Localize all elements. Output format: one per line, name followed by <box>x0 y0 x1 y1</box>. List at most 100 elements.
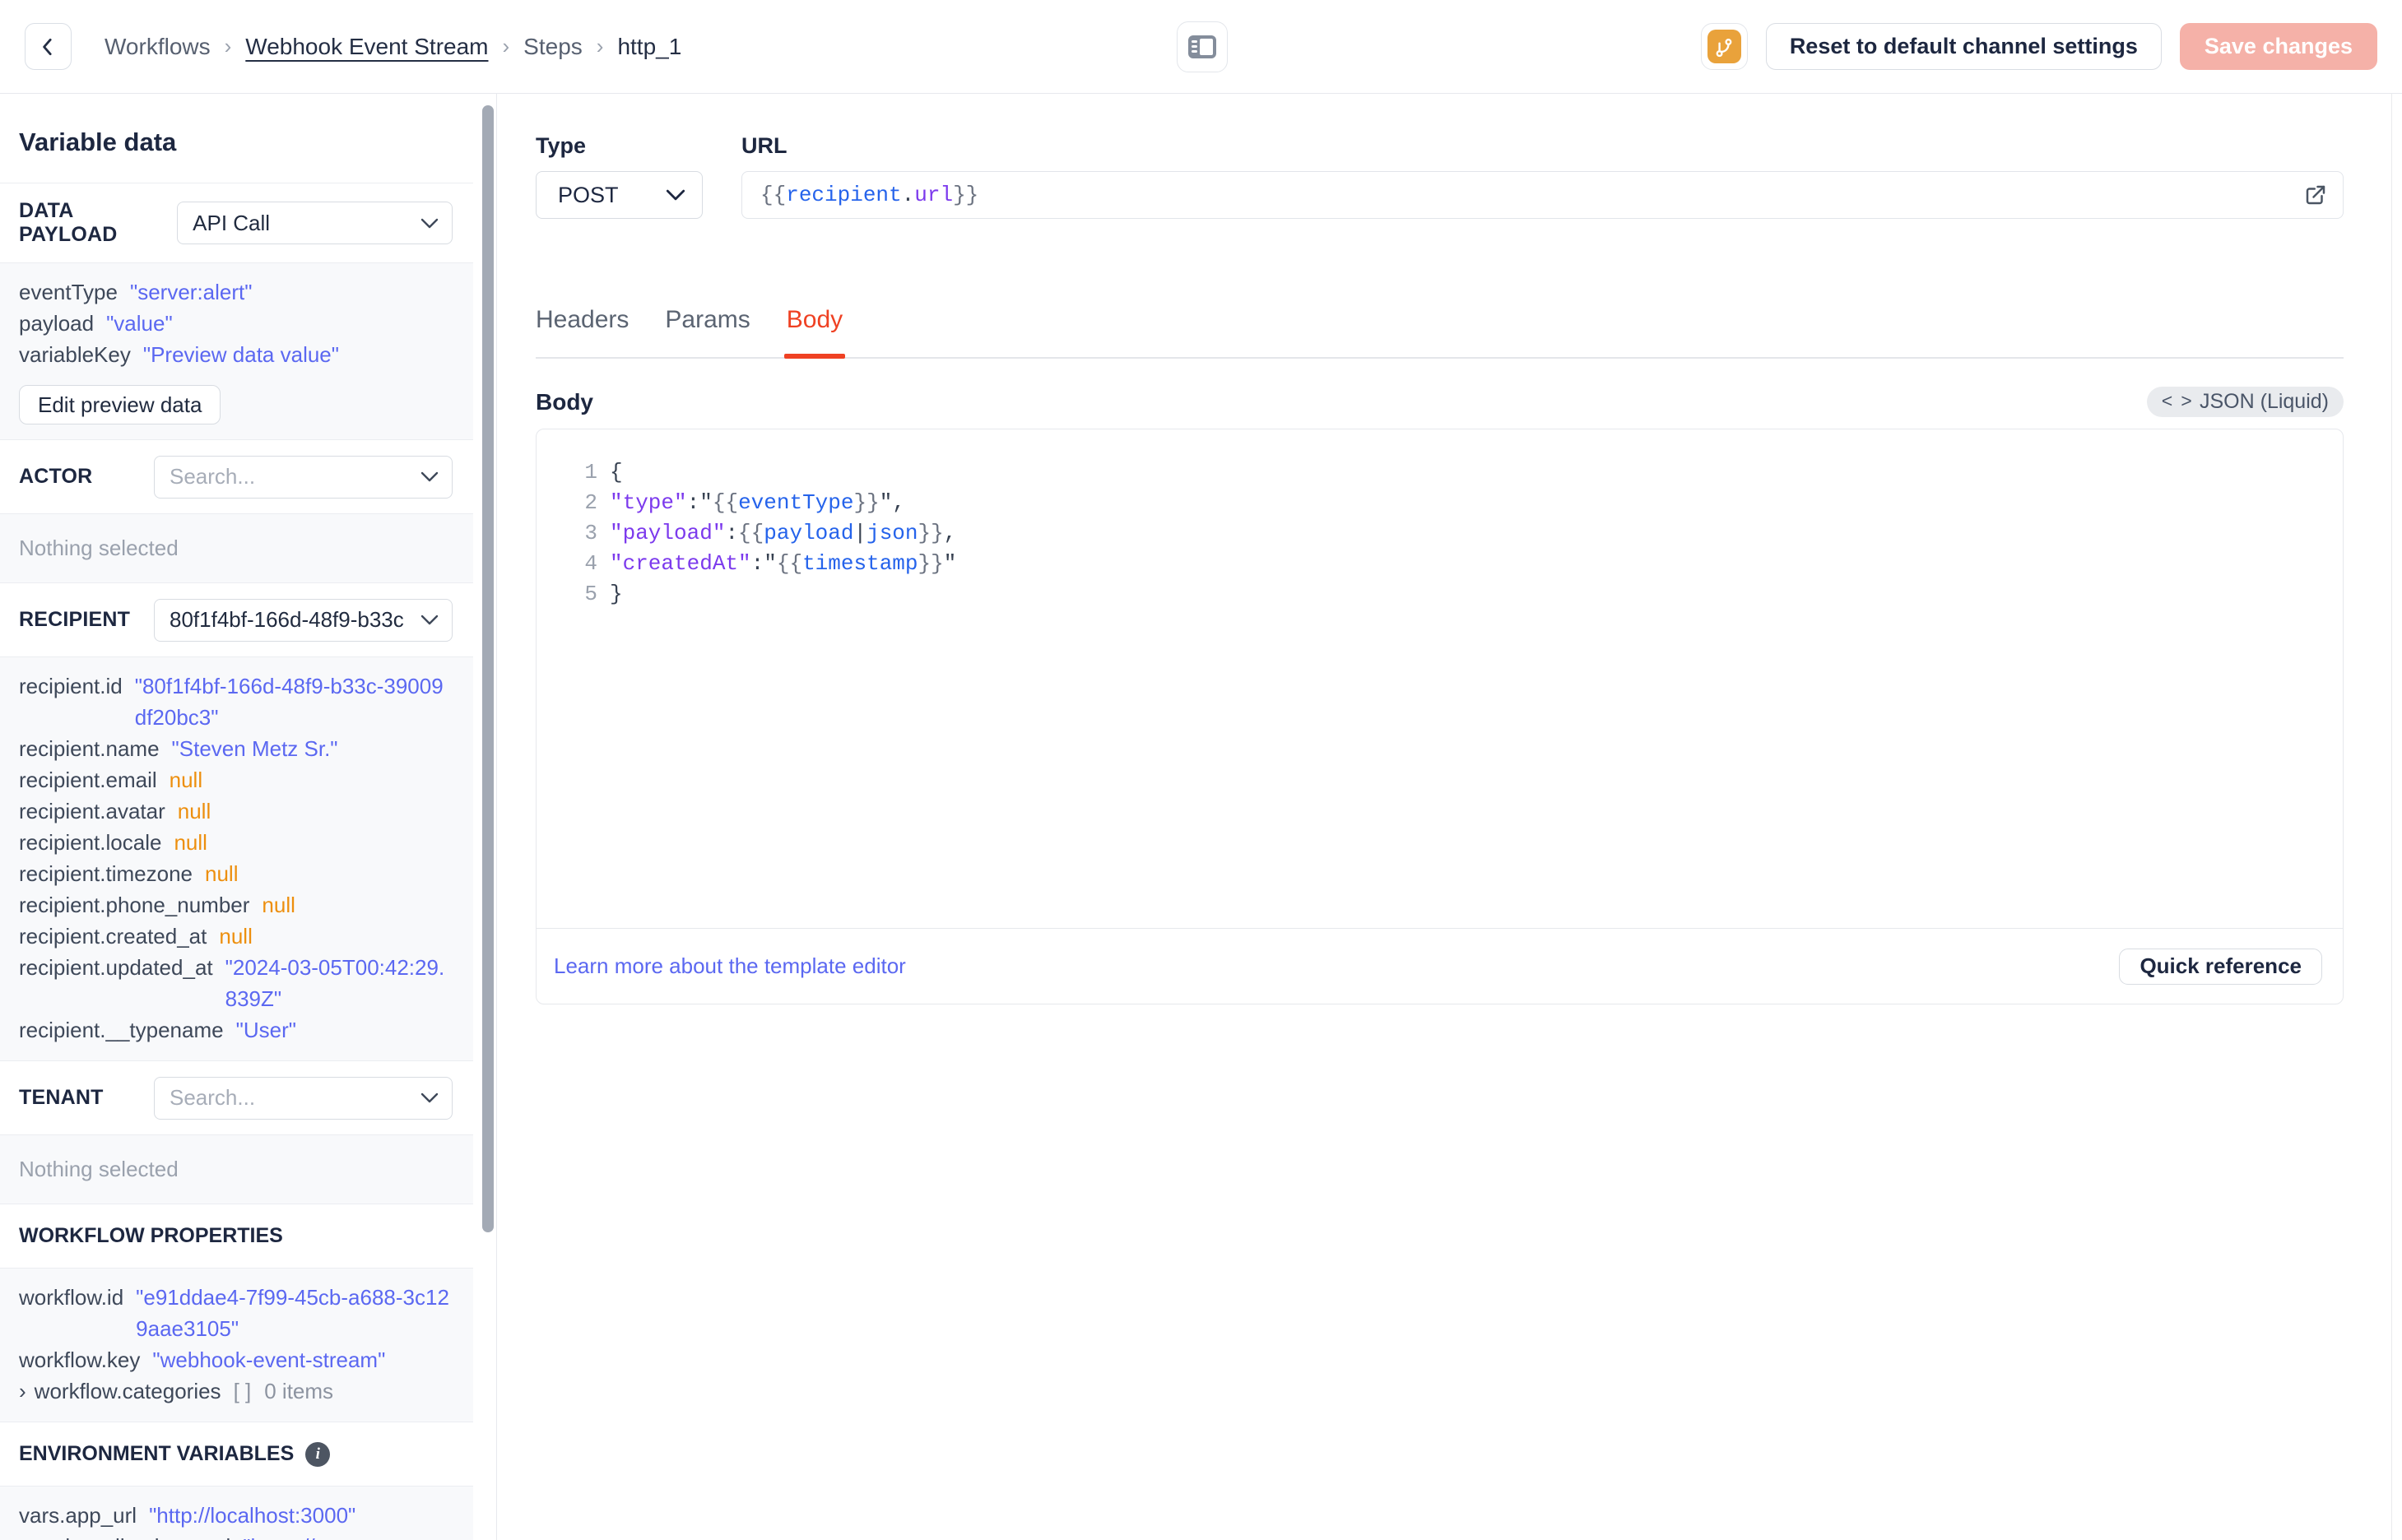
code-editor[interactable]: 1{2 "type": "{{eventType}} ", 3 "payload": {… <box>537 429 2343 928</box>
code-token: " <box>764 551 777 576</box>
code-token: recipient <box>786 183 902 207</box>
field-row: recipient.locale null <box>19 827 452 858</box>
recipient-fields-section: recipient.id "80f1f4bf-166d-48f9-b33c-390… <box>0 657 473 1061</box>
field-value: null <box>174 830 207 855</box>
tenant-label: TENANT <box>19 1086 104 1109</box>
workflow-properties-header: WORKFLOW PROPERTIES <box>0 1204 473 1269</box>
url-label: URL <box>741 133 788 158</box>
code-token: }} <box>953 183 979 207</box>
tenant-search-placeholder: Search... <box>170 1085 256 1110</box>
save-changes-button[interactable]: Save changes <box>2179 23 2377 70</box>
info-icon[interactable]: i <box>305 1441 331 1467</box>
tab-headers[interactable]: Headers <box>536 306 629 357</box>
http-method-value: POST <box>558 182 619 207</box>
field-value: [ ] <box>233 1379 252 1403</box>
breadcrumb-workflow-name-link[interactable]: Webhook Event Stream <box>245 34 488 60</box>
request-tabs: Headers Params Body <box>536 306 2344 359</box>
field-key: recipient.email <box>19 768 157 792</box>
field-key: payload <box>19 311 95 336</box>
code-token: {{ <box>776 551 803 576</box>
url-input[interactable]: {{recipient.url}} <box>741 171 2344 219</box>
field-value: "webhook-event-stream" <box>152 1348 386 1372</box>
breadcrumb-steps[interactable]: Steps <box>523 34 583 60</box>
code-icon: < > <box>2161 391 2192 413</box>
code-token: . <box>901 183 915 207</box>
code-token: }} <box>853 490 880 515</box>
learn-more-link[interactable]: Learn more about the template editor <box>554 953 906 979</box>
back-button[interactable] <box>25 23 72 70</box>
recipient-label: RECIPIENT <box>19 608 131 631</box>
expand-chevron-icon[interactable]: › <box>19 1375 26 1407</box>
tenant-row: TENANT Search... <box>0 1061 473 1135</box>
field-value: "User" <box>235 1018 296 1042</box>
line-number: 5 <box>584 582 597 606</box>
reset-channel-settings-button[interactable]: Reset to default channel settings <box>1765 23 2162 70</box>
field-key: recipient.created_at <box>19 924 207 949</box>
field-value: null <box>177 799 211 823</box>
commit-changes-button[interactable] <box>1700 23 1748 70</box>
http-method-select[interactable]: POST <box>536 171 703 219</box>
tab-body[interactable]: Body <box>783 306 846 359</box>
code-token: {{ <box>760 183 787 207</box>
line-number: 1 <box>584 460 597 485</box>
field-row: recipient.timezone null <box>19 858 452 889</box>
preview-data-section: eventType "server:alert" payload "value" var… <box>0 263 473 440</box>
sidebar-content: Variable data DATA PAYLOAD API Call even… <box>0 94 473 1540</box>
url-value: {{recipient.url}} <box>760 183 978 207</box>
code-token: : <box>725 521 739 545</box>
code-token: : <box>686 490 700 515</box>
field-key: workflow.key <box>19 1348 141 1372</box>
breadcrumb: Workflows › Webhook Event Stream › Steps… <box>105 34 681 60</box>
field-row: recipient.email null <box>19 764 452 796</box>
request-editor-content: Type POST URL {{recipient.url}} Headers … <box>498 94 2402 1004</box>
editor-language-badge[interactable]: < > JSON (Liquid) <box>2146 387 2344 417</box>
tenant-search-combobox[interactable]: Search... <box>154 1076 453 1120</box>
request-editor-main: Type POST URL {{recipient.url}} Headers … <box>498 94 2402 1540</box>
field-key: workflow.id <box>19 1285 124 1310</box>
external-link-icon[interactable] <box>2303 183 2328 207</box>
data-payload-select[interactable]: API Call <box>177 202 453 244</box>
actor-search-combobox[interactable]: Search... <box>154 455 453 499</box>
type-label: Type <box>536 133 587 158</box>
recipient-select[interactable]: 80f1f4bf-166d-48f9-b33c <box>154 598 453 642</box>
environment-variables-header: ENVIRONMENT VARIABLES i <box>0 1422 473 1487</box>
field-value: null <box>219 924 253 949</box>
tab-params[interactable]: Params <box>665 306 750 357</box>
request-controls-row: Type POST URL {{recipient.url}} <box>536 133 2402 219</box>
edit-preview-data-button[interactable]: Edit preview data <box>19 385 221 424</box>
code-line: 4 "createdAt": "{{timestamp}} " <box>537 549 2343 579</box>
code-token: json <box>866 521 918 545</box>
breadcrumb-separator: › <box>224 34 232 58</box>
code-token: " <box>879 490 893 515</box>
code-token: } <box>610 582 623 606</box>
field-value: "server:alert" <box>129 280 253 304</box>
code-token: url <box>914 183 954 207</box>
environment-variables-label: ENVIRONMENT VARIABLES <box>19 1442 295 1465</box>
chevron-down-icon <box>420 615 439 625</box>
top-bar-actions: Reset to default channel settings Save c… <box>1700 23 2377 70</box>
code-token: "type" <box>610 490 687 515</box>
field-value: "e91ddae4-7f99-45cb-a688-3c129aae3105" <box>136 1285 449 1341</box>
field-value: "Preview data value" <box>142 342 339 367</box>
toggle-sidebar-button[interactable] <box>1177 21 1228 72</box>
workflow-step-editor-page: Workflows › Webhook Event Stream › Steps… <box>0 0 2402 1540</box>
field-row: payload "value" <box>19 308 452 339</box>
line-number: 3 <box>584 521 597 545</box>
field-row: recipient.phone_number null <box>19 889 452 921</box>
editor-footer: Learn more about the template editor Qui… <box>537 928 2343 1004</box>
actor-row: ACTOR Search... <box>0 440 473 514</box>
field-key: recipient.__typename <box>19 1018 224 1042</box>
field-key: recipient.phone_number <box>19 893 250 917</box>
chevron-down-icon <box>420 471 439 482</box>
workflow-fields-section: workflow.id "e91ddae4-7f99-45cb-a688-3c12… <box>0 1269 473 1422</box>
field-row: recipient.__typename "User" <box>19 1014 452 1046</box>
chevron-down-icon <box>420 1092 439 1103</box>
code-token: " <box>943 551 957 576</box>
sidebar-scrollbar-thumb[interactable] <box>482 105 494 1232</box>
preview-fields-list: eventType "server:alert" payload "value" var… <box>19 276 452 370</box>
recipient-selected-value: 80f1f4bf-166d-48f9-b33c <box>170 607 404 632</box>
code-token: }} <box>918 551 944 576</box>
quick-reference-button[interactable]: Quick reference <box>2119 948 2322 985</box>
breadcrumb-workflows[interactable]: Workflows <box>105 34 211 60</box>
git-branch-icon <box>1707 30 1741 63</box>
